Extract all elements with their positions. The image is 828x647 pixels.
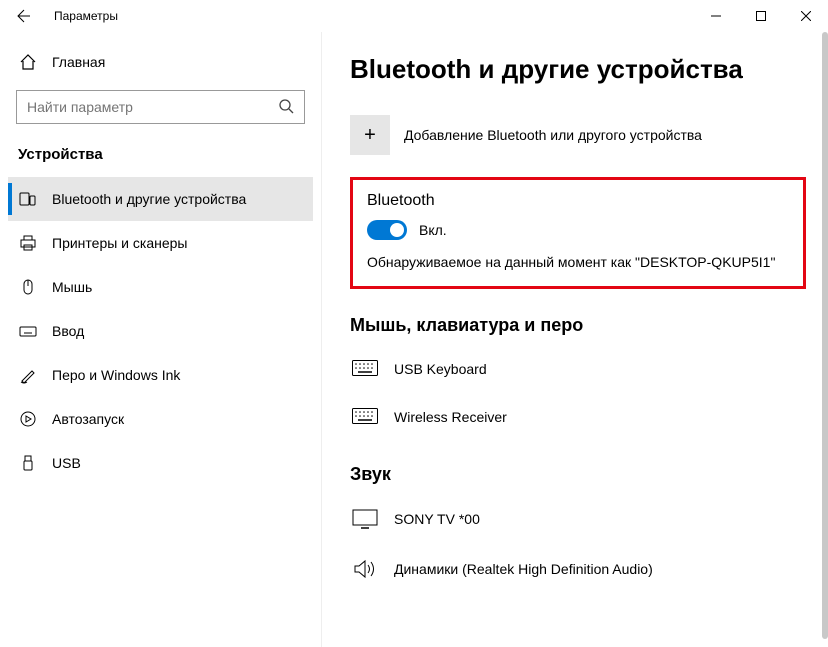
bluetooth-discoverable: Обнаруживаемое на данный момент как "DES… bbox=[367, 254, 789, 270]
nav-autoplay[interactable]: Автозапуск bbox=[8, 397, 313, 441]
nav-pen[interactable]: Перо и Windows Ink bbox=[8, 353, 313, 397]
home-icon bbox=[18, 52, 38, 72]
window-title: Параметры bbox=[48, 9, 118, 23]
nav-home[interactable]: Главная bbox=[8, 42, 313, 86]
nav-typing[interactable]: Ввод bbox=[8, 309, 313, 353]
keyboard-icon bbox=[350, 408, 380, 426]
nav-mouse[interactable]: Мышь bbox=[8, 265, 313, 309]
nav-label: Принтеры и сканеры bbox=[52, 235, 187, 251]
titlebar: Параметры bbox=[0, 0, 828, 32]
device-name: Динамики (Realtek High Definition Audio) bbox=[394, 561, 653, 577]
bluetooth-toggle-row: Вкл. bbox=[367, 220, 789, 240]
close-button[interactable] bbox=[783, 0, 828, 32]
usb-icon bbox=[18, 453, 38, 473]
monitor-icon bbox=[350, 509, 380, 529]
maximize-icon bbox=[756, 11, 766, 21]
nav-bluetooth[interactable]: Bluetooth и другие устройства bbox=[8, 177, 313, 221]
bluetooth-heading: Bluetooth bbox=[367, 192, 789, 210]
bluetooth-state: Вкл. bbox=[419, 222, 447, 238]
bluetooth-section: Bluetooth Вкл. Обнаруживаемое на данный … bbox=[350, 177, 806, 289]
section-heading-audio: Звук bbox=[350, 464, 800, 485]
nav-label: USB bbox=[52, 455, 81, 471]
keyboard-icon bbox=[350, 360, 380, 378]
category-heading: Устройства bbox=[8, 142, 313, 177]
keyboard-icon bbox=[18, 321, 38, 341]
main-content: Bluetooth и другие устройства + Добавлен… bbox=[322, 32, 828, 647]
device-row[interactable]: Wireless Receiver bbox=[350, 398, 800, 446]
nav-label: Мышь bbox=[52, 279, 92, 295]
minimize-button[interactable] bbox=[693, 0, 738, 32]
nav-usb[interactable]: USB bbox=[8, 441, 313, 485]
nav-label: Bluetooth и другие устройства bbox=[52, 191, 246, 207]
nav-label: Ввод bbox=[52, 323, 84, 339]
search-input[interactable] bbox=[27, 99, 278, 115]
search-box[interactable] bbox=[16, 90, 305, 124]
back-button[interactable] bbox=[0, 0, 48, 32]
page-title: Bluetooth и другие устройства bbox=[350, 54, 800, 85]
printer-icon bbox=[18, 233, 38, 253]
minimize-icon bbox=[711, 11, 721, 21]
maximize-button[interactable] bbox=[738, 0, 783, 32]
devices-icon bbox=[18, 189, 38, 209]
nav-label: Перо и Windows Ink bbox=[52, 367, 180, 383]
close-icon bbox=[801, 11, 811, 21]
nav-printers[interactable]: Принтеры и сканеры bbox=[8, 221, 313, 265]
scrollbar[interactable] bbox=[822, 32, 828, 639]
add-device-label: Добавление Bluetooth или другого устройс… bbox=[404, 127, 702, 143]
plus-icon: + bbox=[350, 115, 390, 155]
section-heading-input: Мышь, клавиатура и перо bbox=[350, 315, 800, 336]
window-controls bbox=[693, 0, 828, 32]
sidebar: Главная Устройства Bluetooth и другие ус… bbox=[0, 32, 322, 647]
search-icon bbox=[278, 98, 294, 117]
device-row[interactable]: SONY TV *00 bbox=[350, 499, 800, 549]
device-row[interactable]: USB Keyboard bbox=[350, 350, 800, 398]
mouse-icon bbox=[18, 277, 38, 297]
device-name: USB Keyboard bbox=[394, 361, 487, 377]
device-name: SONY TV *00 bbox=[394, 511, 480, 527]
nav-label: Автозапуск bbox=[52, 411, 124, 427]
device-row[interactable]: Динамики (Realtek High Definition Audio) bbox=[350, 549, 800, 599]
speaker-icon bbox=[350, 559, 380, 579]
autoplay-icon bbox=[18, 409, 38, 429]
bluetooth-toggle[interactable] bbox=[367, 220, 407, 240]
nav-home-label: Главная bbox=[52, 54, 105, 70]
add-device-row[interactable]: + Добавление Bluetooth или другого устро… bbox=[350, 115, 800, 155]
device-name: Wireless Receiver bbox=[394, 409, 507, 425]
pen-icon bbox=[18, 365, 38, 385]
arrow-left-icon bbox=[16, 8, 32, 24]
